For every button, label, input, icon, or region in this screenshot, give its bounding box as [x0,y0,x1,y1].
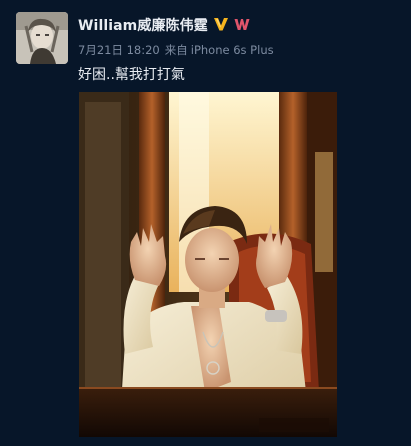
post-date[interactable]: 7月21日 18:20 [78,43,160,57]
post-meta: 7月21日 18:20 来自 iPhone 6s Plus [78,42,274,58]
author-name[interactable]: William威廉陈伟霆 [78,15,208,35]
post-photo[interactable] [79,92,337,437]
weibo-w-icon[interactable] [234,16,250,32]
verified-v-icon[interactable] [213,16,229,32]
post-source[interactable]: iPhone 6s Plus [191,43,274,57]
post-text: 好困..幫我打打氣 [78,67,185,83]
post-photo-image [79,92,337,437]
source-prefix: 来自 [164,43,188,57]
avatar-image [16,12,68,64]
weibo-post: William威廉陈伟霆 7月21日 18:20 来自 iPhone 6s Plus… [0,0,411,446]
avatar[interactable] [16,12,68,64]
